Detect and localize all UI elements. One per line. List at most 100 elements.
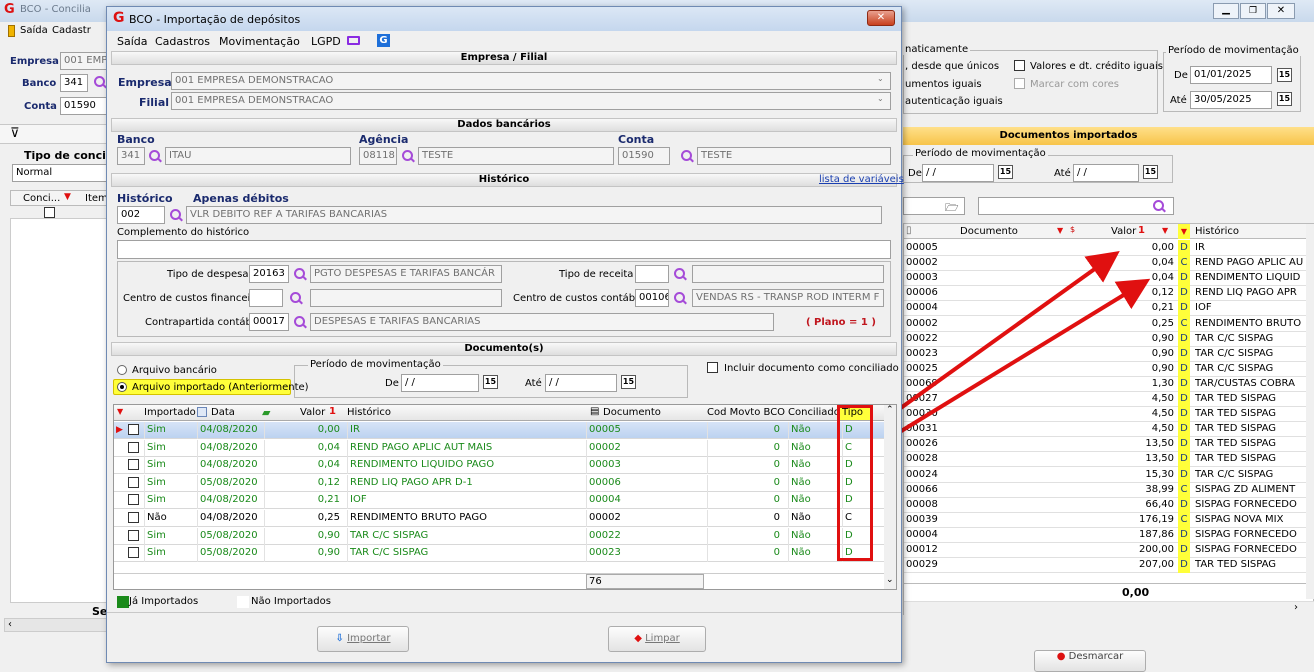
document-header-icon: ▤ [590,406,600,417]
cc-financeiro-search-icon[interactable] [289,291,303,305]
cell-importado: Sim [144,457,194,475]
cell-cod-movto: 0 [707,422,782,439]
doc-de-calendar-icon[interactable]: 15 [483,375,498,389]
g-app-icon[interactable]: G [377,34,390,47]
cell-documento: 00002 [586,439,702,457]
filial-select[interactable]: 001 EMPRESA DEMONSTRACAO [171,92,891,110]
document-row[interactable]: Sim 04/08/2020 0,21 IOF 00004 0 Não D [114,492,884,510]
calendar-header-icon [197,407,207,417]
contrapartida-code-field[interactable]: 00017 [249,313,289,331]
radio-arquivo-importado[interactable] [117,382,127,392]
tipo-despesa-search-icon[interactable] [293,267,307,281]
doc-ate-field[interactable]: / / [545,374,617,392]
document-row[interactable]: Sim 04/08/2020 0,04 RENDIMENTO LIQUIDO PAGO… [114,457,884,475]
complemento-field[interactable] [117,240,891,259]
col-data: Data [211,407,235,418]
dialog-menu-saida[interactable]: Saída [117,35,148,48]
historico-code-field[interactable]: 002 [117,206,165,224]
agencia-name-field: TESTE [418,147,614,165]
cell-historico: TAR C/C SISPAG [347,527,583,545]
row-select-checkbox[interactable] [128,494,139,506]
radio-arquivo-bancario[interactable] [117,365,127,375]
cc-contabil-label: Centro de custos contábil [513,293,641,304]
radio-dot-icon [120,385,124,389]
col-conciliado: Conciliado [788,407,840,418]
cc-contabil-search-icon[interactable] [673,291,687,305]
document-row[interactable]: ▶ Sim 04/08/2020 0,00 IR 00005 0 Não D [114,422,884,439]
row-select-checkbox[interactable] [128,476,139,488]
cell-valor: 0,21 [264,492,342,510]
agencia-search-icon[interactable] [401,149,415,163]
cell-data: 05/08/2020 [197,545,267,563]
incluir-conciliado-checkbox[interactable] [707,362,718,373]
section-empresa-filial: Empresa / Filial [111,51,897,65]
banco-code-field[interactable]: 341 [117,147,145,165]
cell-historico: IR [347,422,583,439]
col-historico: Histórico [347,407,392,418]
cell-cod-movto: 0 [707,510,782,527]
tipo-receita-search-icon[interactable] [673,267,687,281]
cell-valor: 0,12 [264,474,342,492]
cell-data: 04/08/2020 [197,492,267,510]
cell-historico: RENDIMENTO BRUTO PAGO [347,510,583,527]
cell-importado: Sim [144,492,194,510]
filial-dropdown-icon[interactable]: ⌄ [877,94,884,103]
documents-grid-vscroll[interactable]: ⌃ ⌄ [884,405,896,589]
dialog-menu-cadastros[interactable]: Cadastros [155,35,210,48]
cell-conciliado: Não [788,545,838,563]
dialog-close-button[interactable]: ✕ [867,10,895,26]
radio-arquivo-bancario-label: Arquivo bancário [132,365,217,376]
doc-de-field[interactable]: / / [401,374,479,392]
cc-contabil-code-field[interactable]: 00106 [635,289,669,307]
banco-search-icon[interactable] [148,149,162,163]
cell-historico: IOF [347,492,583,510]
cell-documento: 00005 [586,422,702,439]
empresa-select[interactable]: 001 EMPRESA DEMONSTRACAO [171,72,891,90]
cell-valor: 0,90 [264,545,342,563]
monitor-icon[interactable] [347,36,360,45]
limpar-label: Limpar [645,633,680,644]
scroll-up-icon[interactable]: ⌃ [886,405,894,415]
row-select-checkbox[interactable] [128,529,139,541]
money-header-icon: ▰ [262,406,271,419]
cc-financeiro-code-field[interactable] [249,289,283,307]
document-row[interactable]: Sim 05/08/2020 0,12 REND LIQ PAGO APR D-1 00… [114,474,884,492]
dialog-menu-lgpd[interactable]: LGPD [311,35,341,48]
cell-data: 05/08/2020 [197,474,267,492]
row-select-checkbox[interactable] [128,512,139,523]
conta-code-field[interactable]: 01590 [618,147,670,165]
cell-documento: 00023 [586,545,702,563]
dialog-menu: Saída Cadastros Movimentação LGPD G [107,31,901,51]
importar-button[interactable]: ⇩ Importar [317,626,409,652]
cell-data: 04/08/2020 [197,457,267,475]
row-select-checkbox[interactable] [128,424,139,435]
documents-grid-rows: ▶ Sim 04/08/2020 0,00 IR 00005 0 Não D Sim 04/08/2… [114,422,884,572]
empresa-dropdown-icon[interactable]: ⌄ [877,74,884,83]
document-row[interactable]: Não 04/08/2020 0,25 RENDIMENTO BRUTO PAGO 00… [114,510,884,527]
cell-conciliado: Não [788,439,838,457]
cell-conciliado: Não [788,527,838,545]
agencia-code-field[interactable]: 08118 [359,147,397,165]
dialog-menu-movimentacao[interactable]: Movimentação [219,35,300,48]
document-row[interactable]: Sim 04/08/2020 0,04 REND PAGO APLIC AUT MAI… [114,439,884,457]
tipo-despesa-code-field[interactable]: 20163 [249,265,289,283]
row-select-checkbox[interactable] [128,459,139,471]
current-row-marker-icon: ▶ [116,425,123,435]
documents-grid-header: ▼ Importado Data ▰ Valor 1 Histórico ▤ D… [114,405,884,421]
scroll-down-icon[interactable]: ⌄ [886,575,894,585]
row-select-checkbox[interactable] [128,547,139,559]
lista-variaveis-link[interactable]: lista de variáveis [819,174,904,185]
historico-search-icon[interactable] [169,208,183,222]
document-row[interactable]: Sim 05/08/2020 0,90 TAR C/C SISPAG 00022 0 Não… [114,527,884,545]
cell-data: 04/08/2020 [197,439,267,457]
row-select-checkbox[interactable] [128,441,139,453]
tipo-receita-code-field[interactable] [635,265,669,283]
section-documentos: Documento(s) [111,342,897,356]
cell-valor: 0,90 [264,527,342,545]
doc-ate-calendar-icon[interactable]: 15 [621,375,636,389]
limpar-button[interactable]: ◆ Limpar [608,626,706,652]
legend-nao-swatch [237,596,249,608]
document-row[interactable]: Sim 05/08/2020 0,90 TAR C/C SISPAG 00023 0 Não… [114,545,884,563]
contrapartida-search-icon[interactable] [293,315,307,329]
conta-search-icon[interactable] [680,149,694,163]
